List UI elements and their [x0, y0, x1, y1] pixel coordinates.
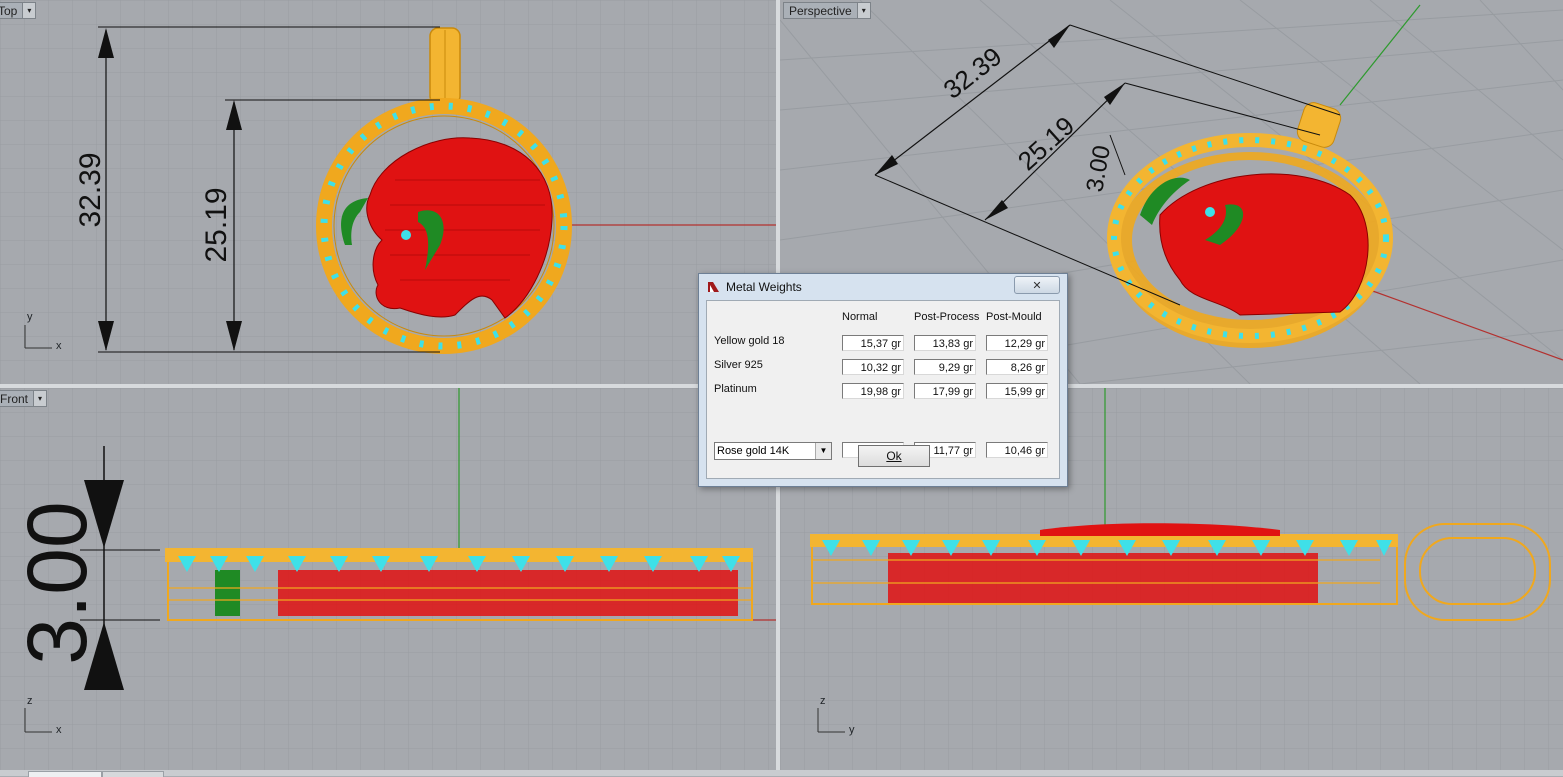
row-label-platinum: Platinum: [714, 383, 757, 395]
viewport-label-front[interactable]: Front ▾: [0, 390, 48, 407]
close-button[interactable]: ✕: [1014, 276, 1060, 294]
weight-field[interactable]: 8,26 gr: [986, 359, 1048, 375]
viewport-perspective-title: Perspective: [783, 2, 858, 19]
weight-field[interactable]: 10,32 gr: [842, 359, 904, 375]
dialog-body: Normal Post-Process Post-Mould Yellow go…: [706, 300, 1060, 479]
ok-button[interactable]: Ok: [858, 445, 930, 467]
axis-label-b: y: [849, 724, 855, 736]
row-label-yellow-gold: Yellow gold 18: [714, 335, 785, 347]
chevron-down-icon[interactable]: ▾: [23, 2, 37, 19]
metal-weights-dialog: Metal Weights ✕ Normal Post-Process Post…: [698, 273, 1068, 487]
bull-side: [278, 570, 738, 616]
dialog-title: Metal Weights: [726, 280, 802, 294]
axis-label-b: x: [56, 340, 62, 352]
viewport-top[interactable]: 32.39 25.19 Top ▾ y x: [0, 0, 776, 384]
column-header-normal: Normal: [842, 311, 878, 323]
metal-select-value: Rose gold 14K: [717, 445, 790, 457]
axis-label-b: x: [56, 724, 62, 736]
weight-field[interactable]: 10,46 gr: [986, 442, 1048, 458]
bull-body: [366, 137, 553, 319]
eye-gem: [401, 230, 411, 240]
eye-gem: [1205, 207, 1215, 217]
metal-select[interactable]: Rose gold 14K ▼: [714, 442, 832, 460]
horn-side: [215, 570, 240, 616]
viewport-tab[interactable]: [28, 771, 102, 777]
weight-field[interactable]: 9,29 gr: [914, 359, 976, 375]
weight-field[interactable]: 19,98 gr: [842, 383, 904, 399]
weight-field[interactable]: 15,99 gr: [986, 383, 1048, 399]
row-label-silver: Silver 925: [714, 359, 763, 371]
dim-top-inner: 25.19: [200, 187, 233, 262]
viewport-front[interactable]: 3.00 Front ▾ z x: [0, 388, 776, 770]
column-header-post-mould: Post-Mould: [986, 311, 1042, 323]
front-view-scene: 3.00: [0, 388, 776, 770]
weight-field[interactable]: 17,99 gr: [914, 383, 976, 399]
weight-field[interactable]: 13,83 gr: [914, 335, 976, 351]
dialog-title-bar[interactable]: Metal Weights ✕: [699, 274, 1067, 300]
viewport-label-perspective[interactable]: Perspective ▾: [783, 2, 871, 19]
chevron-down-icon[interactable]: ▾: [857, 2, 871, 19]
axis-label-a: z: [820, 695, 826, 707]
app-icon: [708, 282, 719, 292]
viewport-tabs-strip: [0, 770, 1563, 777]
viewport-top-title: Top: [0, 2, 24, 19]
dim-top-outer: 32.39: [74, 152, 107, 227]
dim-front-height: 3.00: [10, 501, 104, 665]
viewport-label-top[interactable]: Top ▾: [0, 2, 37, 19]
chevron-down-icon[interactable]: ▼: [815, 443, 831, 459]
viewport-front-title: Front: [0, 390, 35, 407]
top-view-scene: 32.39 25.19: [0, 0, 776, 384]
weight-field[interactable]: 12,29 gr: [986, 335, 1048, 351]
axis-label-a: z: [27, 695, 33, 707]
chevron-down-icon[interactable]: ▾: [34, 390, 48, 407]
viewport-tab[interactable]: [102, 771, 164, 777]
column-header-post-process: Post-Process: [914, 311, 980, 323]
axis-label-a: y: [27, 311, 33, 323]
weight-field[interactable]: 15,37 gr: [842, 335, 904, 351]
